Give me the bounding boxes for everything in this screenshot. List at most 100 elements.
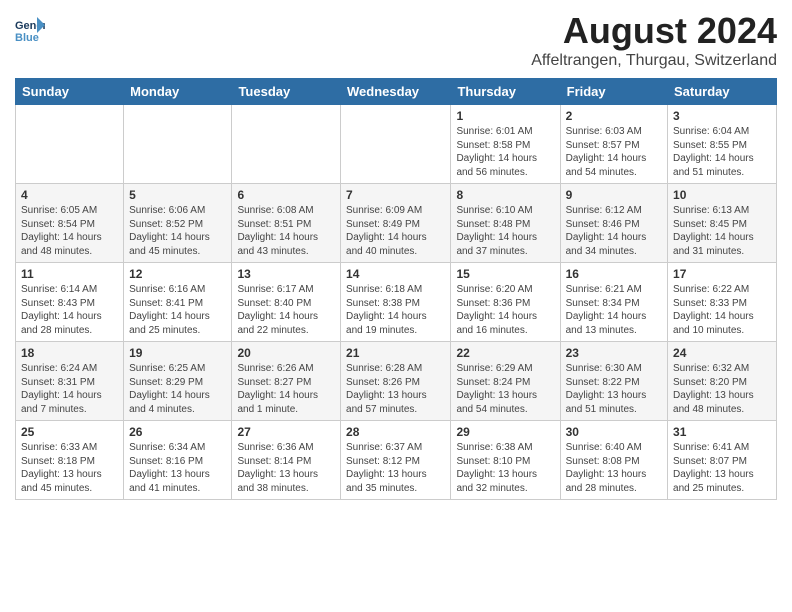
- day-detail: Sunrise: 6:34 AM Sunset: 8:16 PM Dayligh…: [129, 441, 226, 495]
- day-detail: Sunrise: 6:37 AM Sunset: 8:12 PM Dayligh…: [346, 441, 445, 495]
- day-detail: Sunrise: 6:40 AM Sunset: 8:08 PM Dayligh…: [566, 441, 662, 495]
- day-detail: Sunrise: 6:18 AM Sunset: 8:38 PM Dayligh…: [346, 283, 445, 337]
- day-number: 27: [237, 425, 335, 439]
- day-number: 1: [456, 109, 554, 123]
- day-number: 14: [346, 267, 445, 281]
- day-number: 2: [566, 109, 662, 123]
- day-detail: Sunrise: 6:20 AM Sunset: 8:36 PM Dayligh…: [456, 283, 554, 337]
- header-sunday: Sunday: [16, 79, 124, 105]
- table-row: 28 Sunrise: 6:37 AM Sunset: 8:12 PM Dayli…: [341, 421, 451, 500]
- page-title: August 2024: [531, 10, 777, 52]
- day-detail: Sunrise: 6:12 AM Sunset: 8:46 PM Dayligh…: [566, 204, 662, 258]
- day-number: 23: [566, 346, 662, 360]
- day-detail: Sunrise: 6:16 AM Sunset: 8:41 PM Dayligh…: [129, 283, 226, 337]
- table-row: 14 Sunrise: 6:18 AM Sunset: 8:38 PM Dayli…: [341, 263, 451, 342]
- day-detail: Sunrise: 6:06 AM Sunset: 8:52 PM Dayligh…: [129, 204, 226, 258]
- header-wednesday: Wednesday: [341, 79, 451, 105]
- day-detail: Sunrise: 6:28 AM Sunset: 8:26 PM Dayligh…: [346, 362, 445, 416]
- day-detail: Sunrise: 6:25 AM Sunset: 8:29 PM Dayligh…: [129, 362, 226, 416]
- day-number: 7: [346, 188, 445, 202]
- table-row: [232, 105, 341, 184]
- header-tuesday: Tuesday: [232, 79, 341, 105]
- logo: General Blue: [15, 15, 49, 45]
- calendar-week-row: 11 Sunrise: 6:14 AM Sunset: 8:43 PM Dayli…: [16, 263, 777, 342]
- day-number: 8: [456, 188, 554, 202]
- table-row: 31Sunrise: 6:41 AM Sunset: 8:07 PM Dayli…: [668, 421, 777, 500]
- day-detail: Sunrise: 6:05 AM Sunset: 8:54 PM Dayligh…: [21, 204, 118, 258]
- calendar-header-row: Sunday Monday Tuesday Wednesday Thursday…: [16, 79, 777, 105]
- day-detail: Sunrise: 6:32 AM Sunset: 8:20 PM Dayligh…: [673, 362, 771, 416]
- day-number: 19: [129, 346, 226, 360]
- day-detail: Sunrise: 6:17 AM Sunset: 8:40 PM Dayligh…: [237, 283, 335, 337]
- day-detail: Sunrise: 6:29 AM Sunset: 8:24 PM Dayligh…: [456, 362, 554, 416]
- day-number: 31: [673, 425, 771, 439]
- table-row: 17 Sunrise: 6:22 AM Sunset: 8:33 PM Dayli…: [668, 263, 777, 342]
- table-row: 3Sunrise: 6:04 AM Sunset: 8:55 PM Daylig…: [668, 105, 777, 184]
- table-row: [341, 105, 451, 184]
- day-detail: Sunrise: 6:01 AM Sunset: 8:58 PM Dayligh…: [456, 125, 554, 179]
- table-row: [16, 105, 124, 184]
- day-number: 17: [673, 267, 771, 281]
- day-detail: Sunrise: 6:24 AM Sunset: 8:31 PM Dayligh…: [21, 362, 118, 416]
- day-number: 6: [237, 188, 335, 202]
- day-detail: Sunrise: 6:26 AM Sunset: 8:27 PM Dayligh…: [237, 362, 335, 416]
- title-area: August 2024 Affeltrangen, Thurgau, Switz…: [531, 10, 777, 70]
- header-monday: Monday: [124, 79, 232, 105]
- table-row: 11 Sunrise: 6:14 AM Sunset: 8:43 PM Dayli…: [16, 263, 124, 342]
- day-number: 3: [673, 109, 771, 123]
- day-number: 5: [129, 188, 226, 202]
- header: General Blue August 2024 Affeltrangen, T…: [15, 10, 777, 70]
- table-row: 4 Sunrise: 6:05 AM Sunset: 8:54 PM Daylig…: [16, 184, 124, 263]
- calendar-week-row: 4 Sunrise: 6:05 AM Sunset: 8:54 PM Daylig…: [16, 184, 777, 263]
- calendar-week-row: 18Sunrise: 6:24 AM Sunset: 8:31 PM Dayli…: [16, 342, 777, 421]
- day-number: 24: [673, 346, 771, 360]
- day-number: 12: [129, 267, 226, 281]
- day-detail: Sunrise: 6:21 AM Sunset: 8:34 PM Dayligh…: [566, 283, 662, 337]
- day-number: 11: [21, 267, 118, 281]
- table-row: 24 Sunrise: 6:32 AM Sunset: 8:20 PM Dayli…: [668, 342, 777, 421]
- table-row: 26Sunrise: 6:34 AM Sunset: 8:16 PM Dayli…: [124, 421, 232, 500]
- day-number: 15: [456, 267, 554, 281]
- calendar-table: Sunday Monday Tuesday Wednesday Thursday…: [15, 78, 777, 500]
- svg-text:Blue: Blue: [15, 32, 39, 44]
- day-detail: Sunrise: 6:30 AM Sunset: 8:22 PM Dayligh…: [566, 362, 662, 416]
- day-number: 25: [21, 425, 118, 439]
- header-thursday: Thursday: [451, 79, 560, 105]
- logo-icon: General Blue: [15, 15, 45, 45]
- table-row: 6 Sunrise: 6:08 AM Sunset: 8:51 PM Daylig…: [232, 184, 341, 263]
- day-number: 16: [566, 267, 662, 281]
- table-row: 16 Sunrise: 6:21 AM Sunset: 8:34 PM Dayli…: [560, 263, 667, 342]
- table-row: 18Sunrise: 6:24 AM Sunset: 8:31 PM Dayli…: [16, 342, 124, 421]
- day-number: 21: [346, 346, 445, 360]
- day-number: 4: [21, 188, 118, 202]
- page-subtitle: Affeltrangen, Thurgau, Switzerland: [531, 52, 777, 70]
- day-detail: Sunrise: 6:14 AM Sunset: 8:43 PM Dayligh…: [21, 283, 118, 337]
- table-row: 30 Sunrise: 6:40 AM Sunset: 8:08 PM Dayli…: [560, 421, 667, 500]
- table-row: 23 Sunrise: 6:30 AM Sunset: 8:22 PM Dayli…: [560, 342, 667, 421]
- day-detail: Sunrise: 6:36 AM Sunset: 8:14 PM Dayligh…: [237, 441, 335, 495]
- table-row: 2 Sunrise: 6:03 AM Sunset: 8:57 PM Daylig…: [560, 105, 667, 184]
- day-detail: Sunrise: 6:22 AM Sunset: 8:33 PM Dayligh…: [673, 283, 771, 337]
- day-number: 22: [456, 346, 554, 360]
- table-row: 27 Sunrise: 6:36 AM Sunset: 8:14 PM Dayli…: [232, 421, 341, 500]
- day-number: 10: [673, 188, 771, 202]
- table-row: 15 Sunrise: 6:20 AM Sunset: 8:36 PM Dayli…: [451, 263, 560, 342]
- table-row: 20Sunrise: 6:26 AM Sunset: 8:27 PM Dayli…: [232, 342, 341, 421]
- table-row: 22 Sunrise: 6:29 AM Sunset: 8:24 PM Dayli…: [451, 342, 560, 421]
- day-detail: Sunrise: 6:08 AM Sunset: 8:51 PM Dayligh…: [237, 204, 335, 258]
- day-number: 30: [566, 425, 662, 439]
- table-row: 21 Sunrise: 6:28 AM Sunset: 8:26 PM Dayli…: [341, 342, 451, 421]
- header-friday: Friday: [560, 79, 667, 105]
- day-detail: Sunrise: 6:10 AM Sunset: 8:48 PM Dayligh…: [456, 204, 554, 258]
- day-number: 9: [566, 188, 662, 202]
- day-detail: Sunrise: 6:03 AM Sunset: 8:57 PM Dayligh…: [566, 125, 662, 179]
- day-number: 13: [237, 267, 335, 281]
- day-detail: Sunrise: 6:38 AM Sunset: 8:10 PM Dayligh…: [456, 441, 554, 495]
- day-number: 28: [346, 425, 445, 439]
- calendar-week-row: 1 Sunrise: 6:01 AM Sunset: 8:58 PM Daylig…: [16, 105, 777, 184]
- day-detail: Sunrise: 6:33 AM Sunset: 8:18 PM Dayligh…: [21, 441, 118, 495]
- table-row: 12 Sunrise: 6:16 AM Sunset: 8:41 PM Dayli…: [124, 263, 232, 342]
- day-number: 29: [456, 425, 554, 439]
- table-row: 13 Sunrise: 6:17 AM Sunset: 8:40 PM Dayli…: [232, 263, 341, 342]
- day-detail: Sunrise: 6:09 AM Sunset: 8:49 PM Dayligh…: [346, 204, 445, 258]
